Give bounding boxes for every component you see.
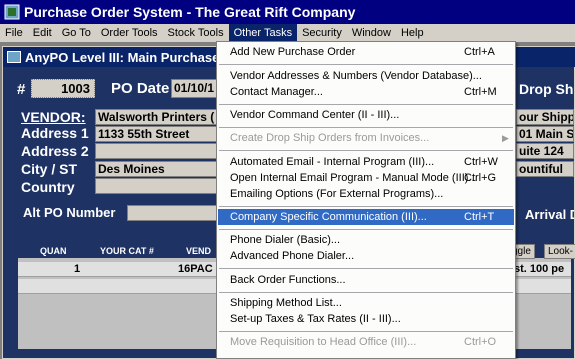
menu-separator: [219, 268, 513, 269]
menu-separator: [219, 331, 513, 332]
ship-to-city-field[interactable]: ountiful: [516, 161, 574, 177]
vendor-name-field[interactable]: Walsworth Printers (: [95, 109, 219, 125]
row-vend[interactable]: 16PAC: [178, 263, 213, 275]
menu-item-setup-taxes[interactable]: Set-up Taxes & Tax Rates (II - III)...: [218, 311, 514, 327]
column-quan: QUAN: [40, 246, 67, 256]
po-number-field[interactable]: 1003: [31, 79, 95, 98]
window-title: Purchase Order System - The Great Rift C…: [24, 4, 356, 20]
ship-to-address2-field[interactable]: uite 124: [516, 143, 574, 159]
menu-security[interactable]: Security: [297, 24, 347, 42]
menu-item-vendor-command-center[interactable]: Vendor Command Center (II - III)...: [218, 107, 514, 123]
city-state-label: City / ST: [21, 161, 78, 177]
address2-field[interactable]: [95, 143, 219, 159]
alt-po-number-field[interactable]: [127, 205, 219, 221]
country-label: Country: [21, 179, 75, 195]
menu-item-create-drop-ship: Create Drop Ship Orders from Invoices...…: [230, 132, 509, 144]
menu-edit[interactable]: Edit: [28, 24, 57, 42]
child-window-title: AnyPO Level III: Main Purchase O: [25, 49, 234, 65]
menu-other-tasks[interactable]: Other Tasks: [228, 24, 298, 42]
menu-item-shipping-method-list[interactable]: Shipping Method List...: [218, 295, 514, 311]
alt-po-number-label: Alt PO Number: [23, 205, 116, 220]
menu-separator: [219, 292, 513, 293]
menu-separator: [219, 150, 513, 151]
row-desc[interactable]: st. 100 pe: [514, 263, 564, 275]
app-title-bar[interactable]: Purchase Order System - The Great Rift C…: [0, 0, 575, 24]
window-icon: [7, 51, 21, 63]
menu-separator: [219, 229, 513, 230]
arrival-date-label: Arrival D: [525, 207, 574, 222]
menu-item-phone-dialer[interactable]: Phone Dialer (Basic)...: [218, 232, 514, 248]
menu-stock-tools[interactable]: Stock Tools: [163, 24, 229, 42]
menu-item-company-specific-communication[interactable]: Company Specific Communication (III)... C…: [218, 209, 514, 225]
other-tasks-menu: Add New Purchase Order Ctrl+A Vendor Addr…: [216, 41, 516, 359]
menu-separator: [219, 127, 513, 128]
menu-item-move-requisition: Move Requisition to Head Office (III)...…: [230, 336, 497, 348]
lookup-button[interactable]: Look-: [544, 244, 575, 259]
po-date-label: PO Date: [111, 80, 170, 97]
row-quan[interactable]: 1: [74, 263, 80, 275]
ship-to-name-field[interactable]: our Shipp: [516, 109, 574, 125]
address1-label: Address 1: [21, 125, 89, 141]
submenu-arrow-icon: ▶: [502, 133, 509, 143]
menu-separator: [219, 104, 513, 105]
address1-field[interactable]: 1133 55th Street: [95, 126, 219, 142]
menu-go-to[interactable]: Go To: [57, 24, 96, 42]
menu-item-automated-email[interactable]: Automated Email - Internal Program (III)…: [218, 154, 514, 170]
menu-window[interactable]: Window: [347, 24, 396, 42]
drop-ship-label: Drop Shi: [519, 81, 574, 97]
menu-item-emailing-options[interactable]: Emailing Options (For External Programs)…: [218, 186, 514, 202]
menu-item-contact-manager[interactable]: Contact Manager... Ctrl+M: [218, 84, 514, 100]
column-vendor: VEND: [186, 246, 212, 256]
po-number-label: #: [17, 81, 26, 98]
menu-help[interactable]: Help: [396, 24, 429, 42]
menu-bar: File Edit Go To Order Tools Stock Tools …: [0, 24, 575, 42]
ship-to-address1-field[interactable]: 01 Main St: [516, 126, 574, 142]
menu-file[interactable]: File: [0, 24, 28, 42]
menu-separator: [219, 64, 513, 65]
menu-order-tools[interactable]: Order Tools: [96, 24, 163, 42]
menu-item-add-new-po[interactable]: Add New Purchase Order Ctrl+A: [218, 44, 514, 60]
city-state-field[interactable]: Des Moines: [95, 161, 219, 177]
vendor-label: VENDOR:: [21, 109, 86, 125]
menu-item-open-internal-email[interactable]: Open Internal Email Program - Manual Mod…: [218, 170, 514, 186]
menu-item-advanced-phone-dialer[interactable]: Advanced Phone Dialer...: [218, 248, 514, 264]
address2-label: Address 2: [21, 143, 89, 159]
menu-item-back-order-functions[interactable]: Back Order Functions...: [218, 272, 514, 288]
column-your-cat: YOUR CAT #: [100, 246, 154, 256]
country-field[interactable]: [95, 178, 219, 194]
po-date-field[interactable]: 01/10/1: [171, 79, 219, 98]
menu-item-vendor-addresses[interactable]: Vendor Addresses & Numbers (Vendor Datab…: [218, 68, 514, 84]
app-icon: [4, 4, 20, 20]
menu-separator: [219, 206, 513, 207]
